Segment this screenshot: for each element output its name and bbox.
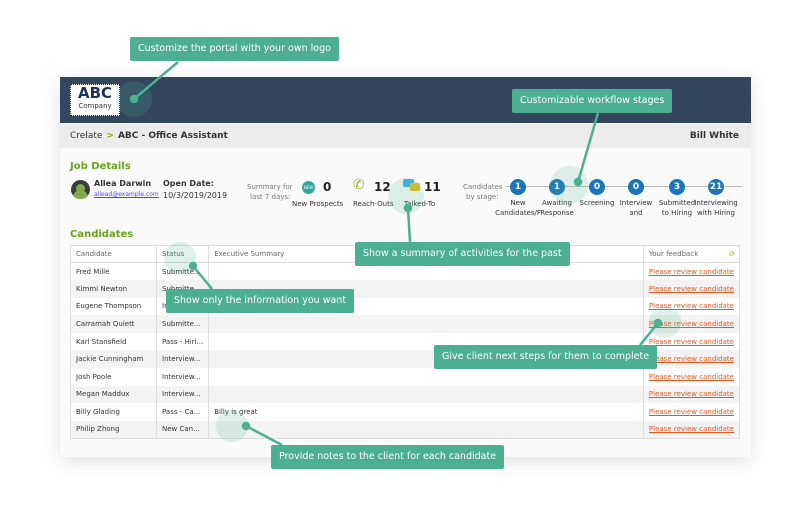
callout-logo: Customize the portal with your own logo xyxy=(130,37,339,61)
highlight-halo xyxy=(216,410,248,442)
callout-stages: Customizable workflow stages xyxy=(512,89,673,113)
highlight-halo xyxy=(649,306,681,338)
highlight-halo xyxy=(550,166,588,204)
callout-columns: Show only the information you want xyxy=(166,289,355,313)
highlight-halo xyxy=(164,242,196,274)
callout-next-steps: Give client next steps for them to compl… xyxy=(434,345,658,369)
highlight-halo xyxy=(116,81,152,117)
callout-notes: Provide notes to the client for each can… xyxy=(271,445,505,469)
highlight-halo xyxy=(388,178,424,214)
callout-summary: Show a summary of activities for the pas… xyxy=(355,242,570,266)
